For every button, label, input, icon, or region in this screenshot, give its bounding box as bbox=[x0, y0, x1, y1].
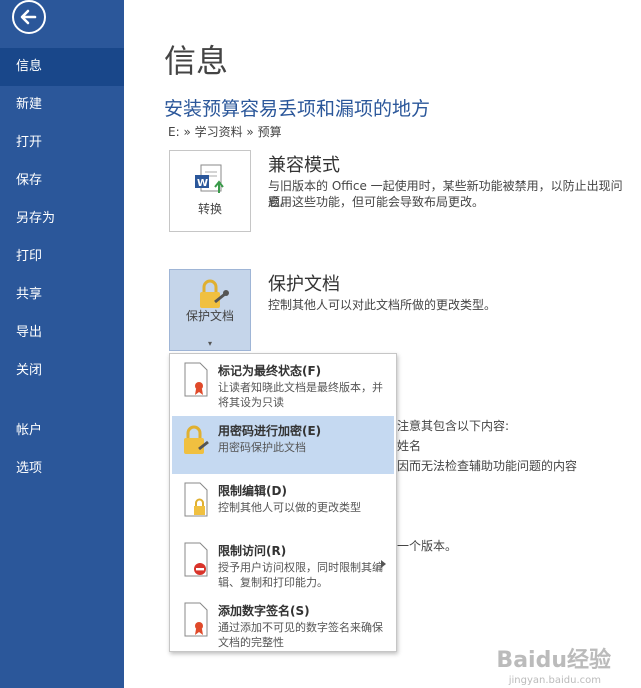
document-path: E: » 学习资料 » 预算 bbox=[168, 125, 282, 139]
menu-item-title: 限制访问(R) bbox=[218, 544, 287, 558]
word-convert-icon: W bbox=[195, 164, 224, 193]
digital-signature-icon bbox=[184, 602, 208, 637]
menu-item-title: 限制编辑(D) bbox=[218, 484, 287, 498]
menu-item-desc: 授予用户访问权限，同时限制其编辑、复制和打印能力。 bbox=[218, 561, 383, 589]
sidebar-item-export[interactable]: 导出 bbox=[0, 314, 124, 352]
sidebar-item-close[interactable]: 关闭 bbox=[0, 352, 124, 390]
sidebar-item-new[interactable]: 新建 bbox=[0, 86, 124, 124]
watermark-logo: Baidu经验 bbox=[496, 648, 611, 673]
menu-item-desc: 控制其他人可以做的更改类型 bbox=[218, 501, 361, 514]
sidebar-item-account[interactable]: 帐户 bbox=[0, 412, 124, 450]
versions-note: 一个版本。 bbox=[397, 539, 458, 553]
menu-item-desc: 通过添加不可见的数字签名来确保文档的完整性 bbox=[218, 621, 383, 649]
menu-item-desc: 用密码保护此文档 bbox=[218, 441, 306, 454]
backstage-sidebar: 信息 新建 打开 保存 另存为 打印 共享 导出 关闭 帐户 选项 bbox=[0, 0, 124, 688]
sidebar-item-options[interactable]: 选项 bbox=[0, 450, 124, 488]
sidebar-item-save-as[interactable]: 另存为 bbox=[0, 200, 124, 238]
convert-button[interactable]: W 转换 bbox=[169, 150, 251, 232]
menu-item-encrypt-password[interactable]: 用密码进行加密(E) 用密码保护此文档 bbox=[172, 416, 394, 474]
submenu-arrow-icon bbox=[381, 560, 386, 568]
compat-heading: 兼容模式 bbox=[268, 155, 340, 176]
menu-item-mark-final[interactable]: 标记为最终状态(F) 让读者知晓此文档是最终版本，并将其设为只读 bbox=[172, 356, 394, 414]
watermark-url: jingyan.baidu.com bbox=[508, 675, 601, 686]
menu-item-title: 标记为最终状态(F) bbox=[218, 364, 322, 378]
dropdown-caret-icon: ▾ bbox=[207, 339, 212, 348]
sidebar-item-print[interactable]: 打印 bbox=[0, 238, 124, 276]
restrict-editing-icon bbox=[184, 482, 208, 517]
back-arrow-icon bbox=[12, 0, 46, 34]
lock-key-icon bbox=[184, 425, 209, 454]
menu-item-desc: 让读者知晓此文档是最终版本，并将其设为只读 bbox=[218, 381, 383, 409]
menu-item-restrict-access[interactable]: 限制访问(R) 授予用户访问权限，同时限制其编辑、复制和打印能力。 bbox=[172, 536, 394, 596]
inspect-note-line1: 注意其包含以下内容: bbox=[397, 419, 510, 433]
compat-desc-line2: 启用这些功能，但可能会导致布局更改。 bbox=[268, 195, 485, 209]
back-button[interactable] bbox=[9, 0, 49, 36]
page-title: 信息 bbox=[164, 42, 229, 80]
protect-document-menu: 标记为最终状态(F) 让读者知晓此文档是最终版本，并将其设为只读 用密码进行加密… bbox=[169, 353, 397, 652]
menu-item-digital-signature[interactable]: 添加数字签名(S) 通过添加不可见的数字签名来确保文档的完整性 bbox=[172, 596, 394, 652]
protect-document-label: 保护文档 bbox=[185, 309, 234, 323]
inspect-note-line3: 因而无法检查辅助功能问题的内容 bbox=[397, 459, 578, 473]
sidebar-item-info[interactable]: 信息 bbox=[0, 48, 124, 86]
inspect-note-line2: 姓名 bbox=[397, 439, 422, 453]
protect-heading: 保护文档 bbox=[268, 274, 340, 295]
convert-label: 转换 bbox=[197, 202, 222, 216]
sidebar-item-save[interactable]: 保存 bbox=[0, 162, 124, 200]
protect-desc: 控制其他人可以对此文档所做的更改类型。 bbox=[268, 298, 497, 312]
protect-document-button[interactable]: 保护文档 ▾ bbox=[169, 269, 251, 351]
menu-item-restrict-editing[interactable]: 限制编辑(D) 控制其他人可以做的更改类型 bbox=[172, 476, 394, 534]
menu-item-title: 用密码进行加密(E) bbox=[218, 424, 322, 438]
mark-final-icon bbox=[184, 362, 208, 397]
sidebar-item-open[interactable]: 打开 bbox=[0, 124, 124, 162]
sidebar-item-share[interactable]: 共享 bbox=[0, 276, 124, 314]
svg-text:W: W bbox=[197, 178, 208, 189]
document-title: 安装预算容易丢项和漏项的地方 bbox=[164, 98, 431, 120]
menu-item-title: 添加数字签名(S) bbox=[218, 604, 310, 618]
restrict-access-icon bbox=[184, 542, 208, 577]
